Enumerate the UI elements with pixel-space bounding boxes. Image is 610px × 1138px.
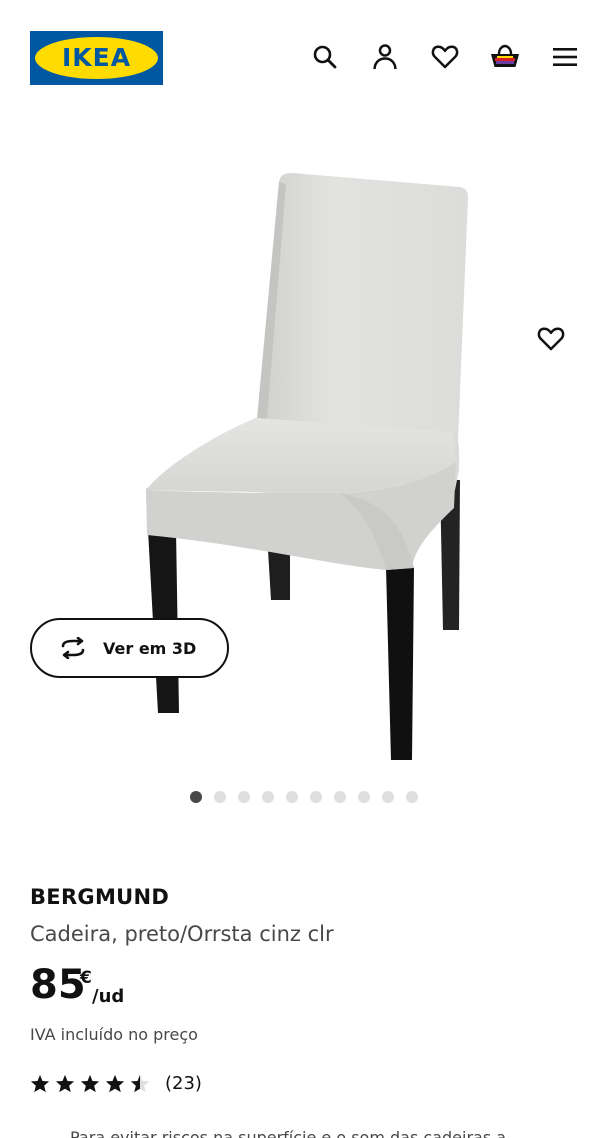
view-in-3d-label: Ver em 3D [103, 638, 197, 658]
pagination-dot[interactable] [286, 791, 298, 803]
add-to-favourites-button[interactable] [533, 321, 569, 357]
pagination-dot[interactable] [262, 791, 274, 803]
product-image [146, 173, 468, 760]
star-filled-icon [105, 1074, 125, 1093]
cart-icon [491, 44, 519, 67]
heart-icon [537, 327, 565, 351]
product-gallery[interactable] [0, 115, 610, 815]
star-half-icon [130, 1074, 150, 1093]
favourites-button[interactable] [428, 40, 462, 74]
star-filled-icon [55, 1074, 75, 1093]
pagination-dot[interactable] [382, 791, 394, 803]
rating-count: (23) [165, 1073, 202, 1094]
pagination-dot[interactable] [238, 791, 250, 803]
rotate-3d-icon [61, 637, 85, 659]
price-integer: 85 [30, 962, 86, 1008]
product-summary-text: Para evitar riscos na superfície e o som… [70, 1128, 507, 1138]
gallery-pagination [190, 791, 418, 803]
star-filled-icon [30, 1074, 50, 1093]
product-rating[interactable]: (23) [30, 1073, 202, 1094]
product-name: BERGMUND [30, 885, 170, 909]
header: IKEA ® [0, 0, 610, 115]
product-description: Cadeira, preto/Orrsta cinz clr [30, 922, 334, 946]
pagination-dot[interactable] [190, 791, 202, 803]
menu-icon [553, 48, 577, 66]
search-button[interactable] [308, 40, 342, 74]
menu-button[interactable] [548, 40, 582, 74]
pagination-dot[interactable] [334, 791, 346, 803]
logo-text: IKEA [61, 43, 132, 72]
cart-button[interactable] [488, 40, 522, 74]
view-in-3d-button[interactable]: Ver em 3D [30, 618, 229, 678]
account-button[interactable] [368, 40, 402, 74]
logo-registered-mark: ® [148, 43, 154, 50]
user-icon [373, 44, 397, 70]
search-icon [313, 45, 337, 69]
vat-note: IVA incluído no preço [30, 1025, 198, 1044]
ikea-logo[interactable]: IKEA ® [30, 31, 163, 85]
pagination-dot[interactable] [310, 791, 322, 803]
price-currency: € [80, 968, 92, 988]
pagination-dot[interactable] [358, 791, 370, 803]
pagination-dot[interactable] [214, 791, 226, 803]
product-price: 85 € /ud [30, 962, 124, 1012]
pagination-dot[interactable] [406, 791, 418, 803]
price-unit: /ud [92, 986, 125, 1007]
star-filled-icon [80, 1074, 100, 1093]
heart-icon [431, 45, 459, 69]
